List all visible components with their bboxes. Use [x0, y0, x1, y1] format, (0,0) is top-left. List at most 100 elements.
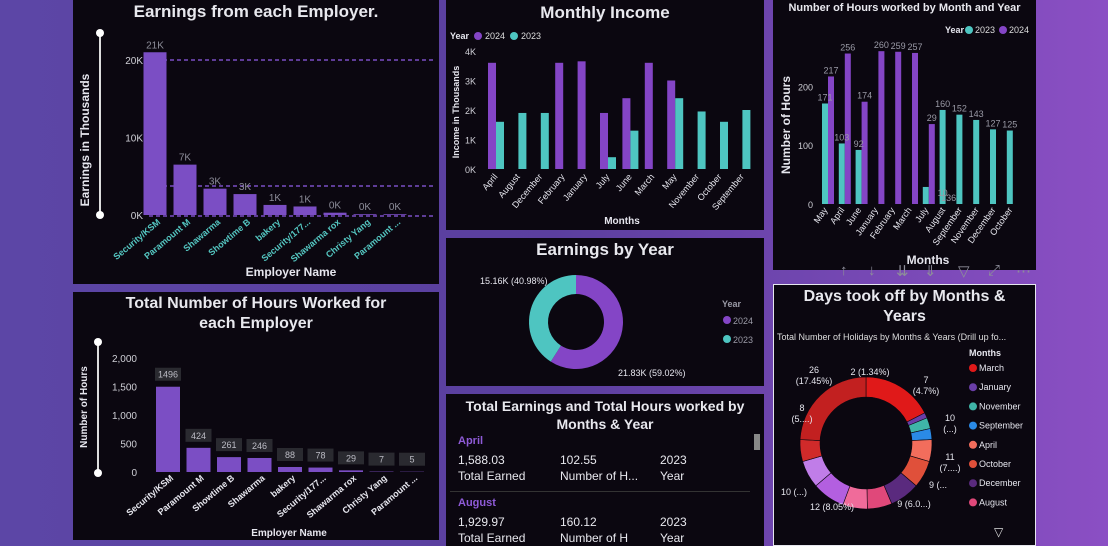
y-tick-label: 20K [125, 56, 143, 67]
y-tick-label: 1K [465, 136, 476, 146]
y-tick-label: 0 [808, 200, 813, 210]
data-label: 1K [269, 193, 282, 204]
bar [973, 119, 980, 204]
table-scrollbar[interactable] [754, 434, 760, 450]
x-tick-label: July [594, 171, 612, 190]
row-label-year: Year [660, 469, 685, 483]
bar [173, 164, 197, 215]
bar [855, 149, 862, 204]
legend-label: 2024 [485, 31, 505, 41]
row-month: April [458, 435, 484, 447]
filter-icon[interactable]: ▽ [958, 262, 970, 280]
legend-marker [969, 498, 977, 507]
donut-slice [799, 376, 867, 441]
y-tick-label: 0K [131, 211, 144, 222]
data-label: 2 (1.34%) [850, 367, 889, 377]
legend-marker [965, 26, 973, 34]
bar [720, 121, 728, 169]
legend-marker [999, 26, 1007, 34]
legend-label: November [979, 401, 1021, 411]
legend-marker [969, 440, 977, 449]
legend-label: April [979, 440, 997, 450]
legend-marker [723, 335, 731, 343]
y-axis-label: Income in Thousands [451, 66, 461, 159]
bar [233, 194, 257, 215]
legend-label: 2023 [521, 31, 541, 41]
data-label: 424 [191, 431, 206, 441]
earnings-employer-title: Earnings from each Employer. [133, 2, 379, 21]
legend-label: 2024 [1009, 25, 1029, 35]
bar [861, 101, 868, 204]
hours-month-year-chart: Year 2023 2024 200 100 0 Number of Hours 217 171… [779, 25, 1029, 267]
y-tick-label: 500 [120, 440, 137, 451]
earnings-employer-panel: Earnings from each Employer. 20K 10K 0K Ear… [73, 0, 439, 284]
hours-employer-panel: Total Number of Hours Worked for each Em… [73, 292, 439, 540]
bar [600, 112, 608, 169]
data-label: 174 [857, 91, 872, 101]
donut-slice [865, 376, 926, 423]
bar [1006, 130, 1013, 204]
row-earned: 1,588.03 [458, 453, 505, 467]
data-label: 9 (... [929, 480, 947, 490]
x-tick-label: June [614, 172, 634, 193]
y-tick-label: 200 [798, 82, 813, 92]
row-year: 2023 [660, 453, 687, 467]
data-label: 103 [834, 132, 849, 142]
legend-title: Year [450, 31, 470, 41]
bar [488, 62, 496, 169]
range-slider-handle [94, 469, 102, 477]
more-options-icon[interactable]: ⋯ [1016, 262, 1031, 280]
monthly-income-chart: Year 2024 2023 4K 3K 2K 1K 0K Income in Thousand… [450, 31, 751, 227]
y-tick-label: 100 [798, 141, 813, 151]
data-label: 0K [389, 202, 402, 213]
bar [742, 110, 751, 169]
row-earned: 1,929.97 [458, 515, 505, 529]
y-tick-label: 2K [465, 106, 476, 116]
data-label: 260 [874, 40, 889, 50]
expand-hierarchy-icon[interactable]: ⇓ [924, 262, 937, 280]
data-label: 10 [945, 413, 955, 423]
expand-next-level-icon[interactable]: ⇊ [896, 262, 909, 280]
data-label: 246 [252, 441, 267, 451]
legend-label: January [979, 382, 1012, 392]
legend-marker [969, 383, 977, 392]
data-label: 3K [209, 177, 222, 188]
legend-label: September [979, 421, 1023, 431]
y-axis-label: Earnings in Thousands [78, 73, 92, 206]
chevron-down-icon[interactable]: ▽ [994, 525, 1003, 539]
bar [383, 214, 407, 215]
y-tick-label: 0K [465, 165, 476, 175]
data-label: 160 [935, 99, 950, 109]
row-hours: 160.12 [560, 515, 597, 529]
legend-title: Months [969, 348, 1001, 358]
y-tick-label: 2,000 [112, 354, 137, 365]
y-axis-label: Number of Hours [779, 76, 793, 174]
data-label: 217 [823, 65, 838, 75]
x-tick-label: May [660, 171, 679, 191]
bar [339, 470, 363, 472]
days-off-subtitle: Total Number of Holidays by Months & Yea… [777, 332, 1007, 342]
y-tick-label: 0 [131, 468, 137, 479]
row-label-earned: Total Earned [458, 531, 526, 545]
x-tick-label: bakery [269, 473, 298, 499]
drill-down-icon[interactable]: ↓ [868, 262, 876, 279]
bar [278, 466, 302, 472]
row-label-year: Year [660, 531, 685, 545]
data-label: 9 (6.0...) [897, 499, 931, 509]
drill-up-icon[interactable]: ↑ [840, 262, 848, 279]
bar [878, 51, 885, 205]
legend-label: 2023 [733, 335, 753, 345]
bar [217, 457, 241, 472]
x-tick-label: May [812, 205, 830, 225]
bar [263, 204, 287, 215]
legend-marker [969, 460, 977, 468]
bar [912, 52, 918, 204]
x-tick-label: March [891, 205, 914, 231]
focus-mode-icon[interactable]: ⤢ [988, 262, 1000, 279]
y-tick-label: 4K [465, 47, 476, 57]
data-label: 12 (8.05%) [810, 502, 854, 512]
data-label: 21K [146, 40, 164, 51]
row-label-hours: Number of H [560, 531, 629, 545]
data-label: 8 [799, 403, 804, 413]
earnings-year-chart: 15.16K (40.98%) 21.83K (59.02%) Year 2024 20… [480, 275, 753, 378]
